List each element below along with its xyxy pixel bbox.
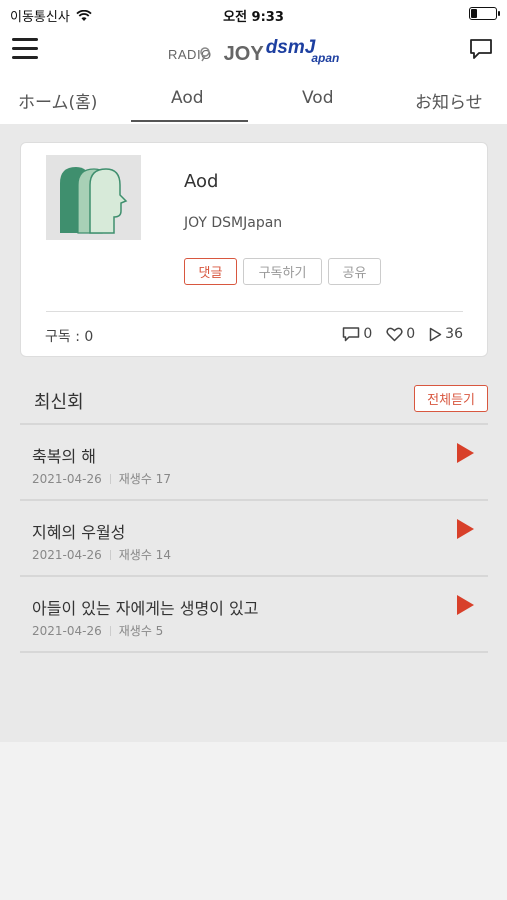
episode-meta: 2021-04-26 재생수 14 bbox=[32, 546, 171, 563]
logo-dsmj-text: dsmJ bbox=[265, 37, 316, 58]
tab-notice[interactable]: お知らせ bbox=[415, 88, 483, 113]
episode-date: 2021-04-26 bbox=[32, 471, 102, 486]
latest-section-title: 최신회 bbox=[34, 392, 84, 413]
play-outline-icon bbox=[429, 327, 442, 341]
chat-icon[interactable] bbox=[469, 38, 493, 60]
episode-row[interactable]: 지혜의 우월성 2021-04-26 재생수 14 bbox=[20, 501, 488, 577]
subscriber-count: 구독 : 0 bbox=[45, 329, 94, 345]
tab-bar: ホーム(홈) Aod Vod お知らせ bbox=[0, 72, 507, 124]
comment-icon bbox=[343, 327, 360, 342]
program-title: Aod bbox=[184, 171, 219, 192]
tab-vod[interactable]: Vod bbox=[302, 88, 334, 108]
episode-date: 2021-04-26 bbox=[32, 547, 102, 562]
tab-home[interactable]: ホーム(홈) bbox=[18, 88, 97, 113]
comment-button[interactable]: 댓글 bbox=[184, 258, 237, 285]
episode-row[interactable]: 아들이 있는 자에게는 생명이 있고 2021-04-26 재생수 5 bbox=[20, 577, 488, 653]
play-count: 36 bbox=[445, 326, 463, 342]
meta-separator bbox=[109, 473, 111, 484]
play-stat: 36 bbox=[429, 326, 463, 342]
program-channel: JOY DSMJapan bbox=[184, 215, 283, 231]
episode-title: 아들이 있는 자에게는 생명이 있고 bbox=[32, 599, 259, 618]
like-stat: 0 bbox=[386, 326, 415, 342]
app-header: RADIO JOY dsmJ apan bbox=[0, 28, 507, 72]
share-button[interactable]: 공유 bbox=[328, 258, 381, 285]
heart-icon bbox=[386, 327, 403, 341]
hamburger-menu-icon[interactable] bbox=[12, 38, 38, 60]
episode-row[interactable]: 축복의 해 2021-04-26 재생수 17 bbox=[20, 425, 488, 501]
episode-meta: 2021-04-26 재생수 5 bbox=[32, 622, 163, 639]
program-card: Aod JOY DSMJapan 댓글 구독하기 공유 구독 : 0 0 0 3… bbox=[20, 142, 488, 357]
episode-date: 2021-04-26 bbox=[32, 623, 102, 638]
play-icon[interactable] bbox=[454, 441, 476, 465]
comment-count: 0 bbox=[363, 326, 373, 342]
meta-separator bbox=[109, 625, 111, 636]
app-logo: RADIO JOY dsmJ apan bbox=[168, 35, 339, 65]
episode-plays: 재생수 5 bbox=[118, 624, 164, 638]
episode-plays: 재생수 17 bbox=[118, 472, 171, 486]
episode-title: 축복의 해 bbox=[32, 447, 96, 466]
program-stats: 0 0 36 bbox=[342, 326, 463, 342]
status-time: 오전 9:33 bbox=[223, 10, 284, 25]
play-icon[interactable] bbox=[454, 593, 476, 617]
program-thumbnail bbox=[46, 155, 141, 240]
tab-aod[interactable]: Aod bbox=[171, 88, 204, 108]
listen-all-button[interactable]: 전체듣기 bbox=[414, 385, 488, 412]
meta-separator bbox=[109, 549, 111, 560]
battery-icon bbox=[469, 7, 500, 20]
play-icon[interactable] bbox=[454, 517, 476, 541]
two-heads-logo-icon bbox=[60, 167, 128, 234]
episode-plays: 재생수 14 bbox=[118, 548, 171, 562]
logo-mic-icon bbox=[200, 47, 210, 62]
logo-japan-text: apan bbox=[311, 51, 340, 65]
card-divider bbox=[46, 311, 463, 312]
episode-title: 지혜의 우월성 bbox=[32, 523, 126, 542]
logo-joy-text: JOY bbox=[223, 43, 264, 65]
subscribe-button[interactable]: 구독하기 bbox=[243, 258, 322, 285]
like-count: 0 bbox=[406, 326, 416, 342]
active-tab-indicator bbox=[131, 120, 248, 122]
comment-stat: 0 bbox=[342, 326, 372, 342]
episode-meta: 2021-04-26 재생수 17 bbox=[32, 470, 171, 487]
program-actions: 댓글 구독하기 공유 bbox=[184, 258, 381, 285]
status-bar: 이동통신사 오전 9:33 bbox=[0, 0, 507, 28]
